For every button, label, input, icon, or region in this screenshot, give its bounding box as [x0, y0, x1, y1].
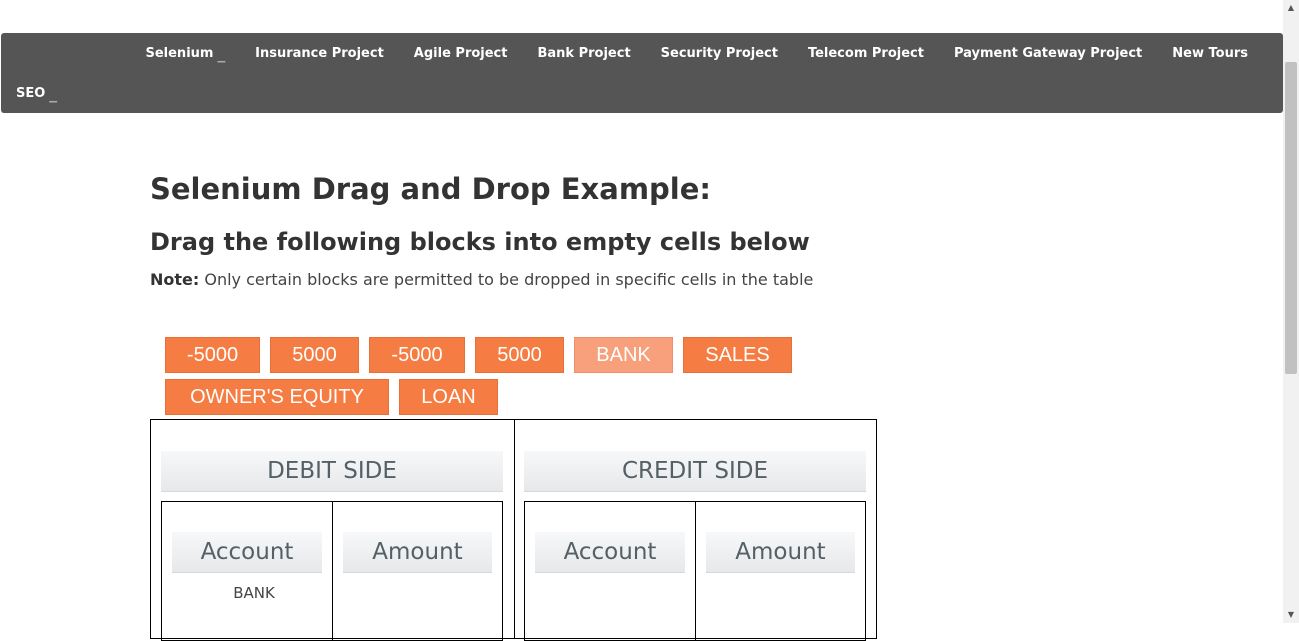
- nav-item-selenium[interactable]: Selenium ▁: [130, 45, 240, 63]
- scroll-down-arrow-icon[interactable]: ▼: [1283, 607, 1299, 623]
- debit-account-drop-cell[interactable]: BANK: [162, 584, 346, 602]
- debit-account-header: Account: [172, 532, 322, 573]
- drag-block-bank[interactable]: BANK: [574, 337, 673, 373]
- drag-block-minus-5000[interactable]: -5000: [369, 337, 465, 373]
- nav-item-seo[interactable]: SEO ▁: [1, 85, 72, 103]
- top-navbar: Selenium ▁ Insurance Project Agile Projec…: [1, 33, 1283, 113]
- credit-side-header: CREDIT SIDE: [524, 451, 866, 492]
- drag-block-loan[interactable]: LOAN: [399, 379, 498, 415]
- caret-down-icon: ▁: [217, 51, 226, 63]
- caret-down-icon: ▁: [49, 91, 57, 103]
- note-label: Note:: [150, 270, 200, 289]
- nav-item-insurance-project[interactable]: Insurance Project: [240, 46, 399, 61]
- drag-block-sales[interactable]: SALES: [683, 337, 792, 373]
- nav-row-primary: Selenium ▁ Insurance Project Agile Projec…: [130, 33, 1263, 73]
- debit-table: Account Amount BANK: [161, 501, 503, 641]
- debit-column-divider: [332, 502, 333, 640]
- ledger-divider: [514, 420, 515, 638]
- drag-block-minus-5000[interactable]: -5000: [165, 337, 260, 373]
- drag-block-5000[interactable]: 5000: [475, 337, 564, 373]
- nav-item-telecom-project[interactable]: Telecom Project: [793, 46, 939, 61]
- scroll-up-arrow-icon[interactable]: ▲: [1283, 0, 1299, 16]
- debit-amount-header: Amount: [343, 532, 492, 573]
- nav-item-payment-gateway-project[interactable]: Payment Gateway Project: [939, 46, 1157, 61]
- nav-item-label: Selenium: [145, 45, 214, 61]
- nav-item-bank-project[interactable]: Bank Project: [522, 46, 645, 61]
- nav-item-agile-project[interactable]: Agile Project: [399, 46, 523, 61]
- nav-item-label: SEO: [16, 85, 46, 101]
- nav-row-secondary: SEO ▁: [1, 73, 72, 113]
- page-subtitle: Drag the following blocks into empty cel…: [150, 228, 810, 256]
- page-scrollbar[interactable]: ▲ ▼: [1283, 0, 1299, 623]
- credit-amount-header: Amount: [706, 532, 855, 573]
- ledger-table: DEBIT SIDE Account Amount BANK CREDIT SI…: [150, 419, 877, 641]
- drag-block-owners-equity[interactable]: OWNER'S EQUITY: [165, 379, 389, 415]
- nav-item-new-tours[interactable]: New Tours: [1157, 46, 1263, 61]
- note-text: Note: Only certain blocks are permitted …: [150, 270, 813, 289]
- page-title: Selenium Drag and Drop Example:: [150, 172, 711, 206]
- nav-item-security-project[interactable]: Security Project: [646, 46, 793, 61]
- debit-side-header: DEBIT SIDE: [161, 451, 503, 492]
- credit-table: Account Amount: [524, 501, 866, 641]
- credit-account-header: Account: [535, 532, 685, 573]
- credit-column-divider: [695, 502, 696, 640]
- scroll-thumb[interactable]: [1285, 62, 1297, 374]
- note-body: Only certain blocks are permitted to be …: [199, 270, 814, 289]
- drag-block-5000[interactable]: 5000: [270, 337, 359, 373]
